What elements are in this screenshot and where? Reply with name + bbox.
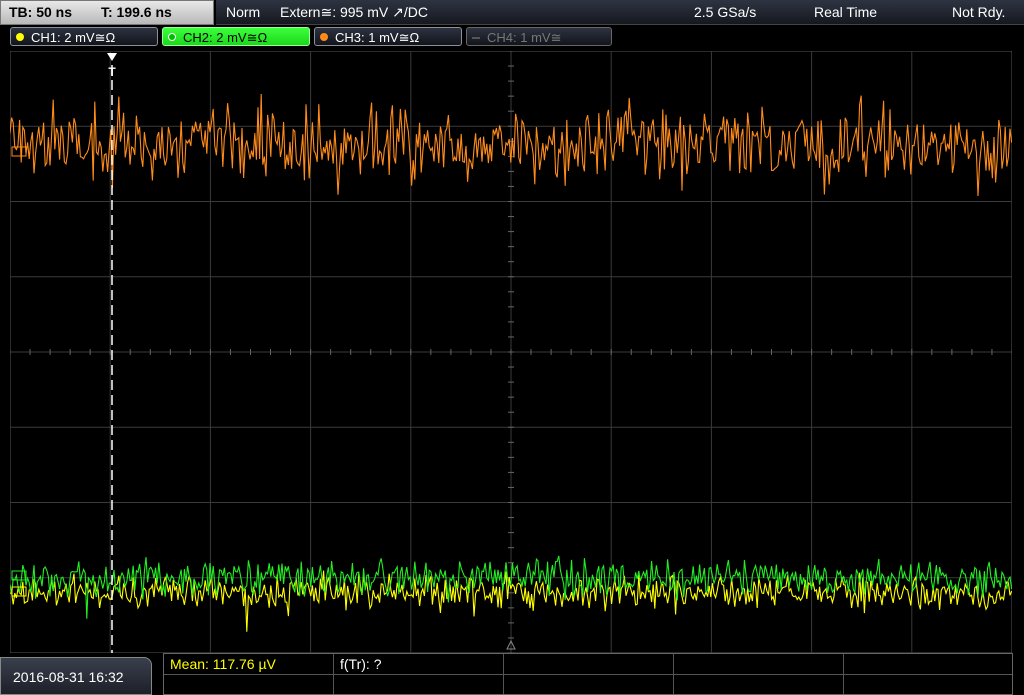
ch4-label: CH4: 1 mV≅ (487, 30, 562, 45)
empty-cell-2 (674, 654, 844, 674)
ch1-color-dot (16, 33, 24, 41)
trigger-position-value: T: 199.6 ns (101, 4, 172, 20)
empty-cell-4 (334, 674, 504, 694)
ch3-label: CH3: 1 mV≅Ω (335, 30, 420, 45)
channel-tab-ch4[interactable]: CH4: 1 mV≅ (466, 27, 612, 46)
mean-cell[interactable]: Mean: 117.76 µV (164, 654, 334, 674)
acquisition-status[interactable]: Norm Extern≅: 995 mV ↗/DC 2.5 GSa/s Real… (216, 0, 1024, 25)
acquisition-mode: Real Time (814, 4, 878, 20)
empty-cell-5 (504, 674, 674, 694)
empty-cell-3 (164, 674, 334, 694)
empty-cell-1 (504, 654, 674, 674)
ch2-label: CH2: 2 mV≅Ω (183, 30, 268, 45)
top-status-bar: TB: 50 ns T: 199.6 ns Norm Extern≅: 995 … (0, 0, 1024, 25)
trigger-source: Extern≅: 995 mV ↗/DC (280, 4, 428, 20)
timebase-value: TB: 50 ns (9, 4, 73, 20)
timebase-box[interactable]: TB: 50 ns T: 199.6 ns (0, 0, 214, 25)
datetime: 2016-08-31 16:32 (13, 669, 124, 685)
empty-cell-6 (674, 674, 844, 694)
measurement-panel[interactable]: Mean: 117.76 µV f(Tr): ? (163, 653, 1013, 695)
sample-rate: 2.5 GSa/s (694, 4, 757, 20)
trigger-label: T (108, 65, 116, 79)
channel-tab-ch2[interactable]: CH2: 2 mV≅Ω (162, 27, 310, 46)
ch2-color-dot (168, 33, 176, 41)
ch4-off-icon (472, 37, 480, 39)
mean-measurement: Mean: 117.76 µV (170, 656, 276, 672)
channel-tab-ch3[interactable]: CH3: 1 mV≅Ω (314, 27, 462, 46)
ready-status: Not Rdy. (952, 4, 1006, 20)
trigger-frequency: f(Tr): ? (340, 656, 382, 672)
channel-tab-ch1[interactable]: CH1: 2 mV≅Ω (10, 27, 158, 46)
datetime-box: 2016-08-31 16:32 (0, 657, 152, 695)
ch1-label: CH1: 2 mV≅Ω (31, 30, 116, 45)
waveform-display[interactable]: T (10, 51, 1012, 653)
ch3-color-dot (320, 33, 328, 41)
freq-cell[interactable]: f(Tr): ? (334, 654, 504, 674)
trigger-mode: Norm (226, 4, 261, 20)
